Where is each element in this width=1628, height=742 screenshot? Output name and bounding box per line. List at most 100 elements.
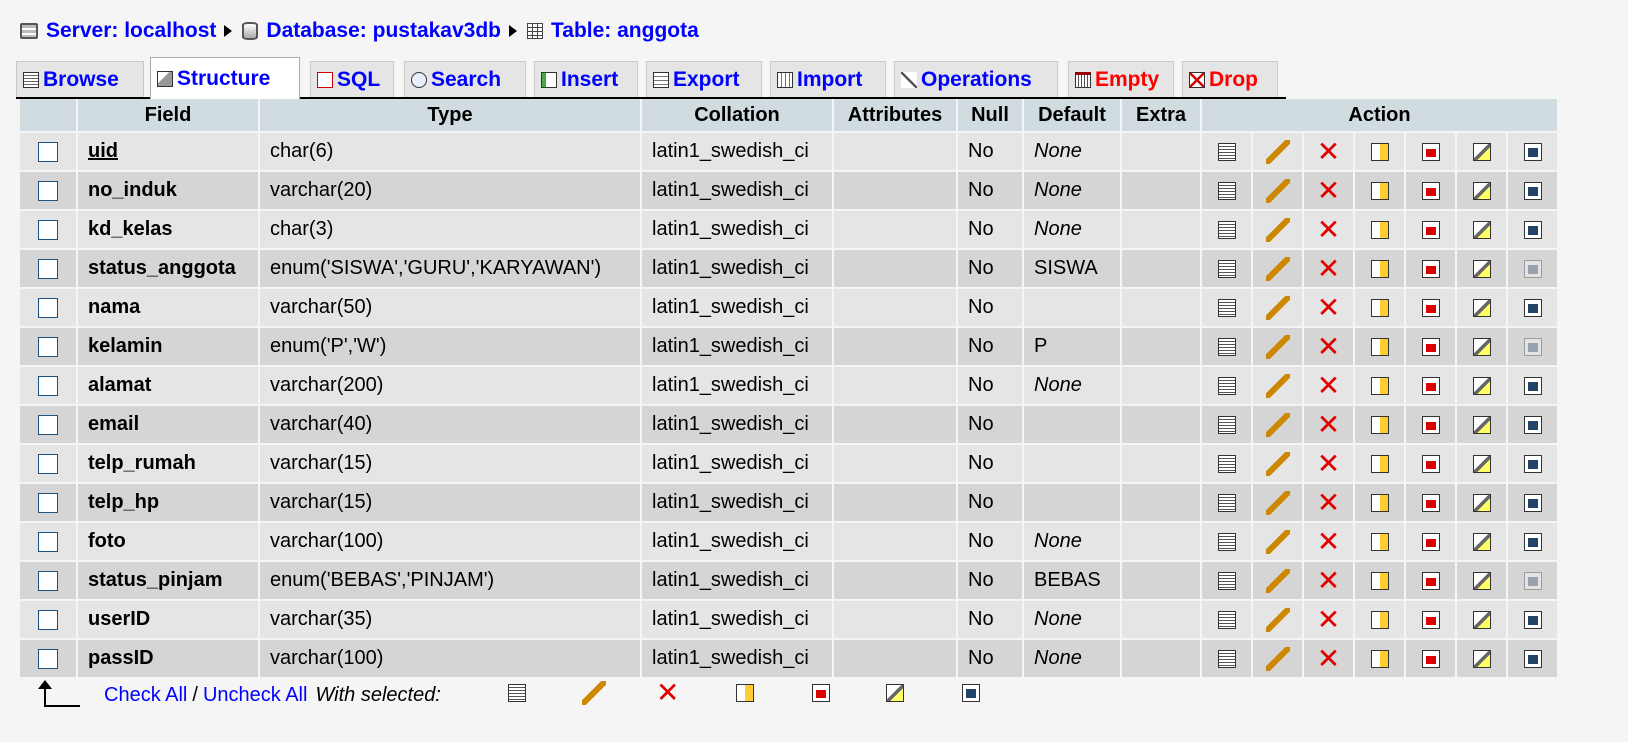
check-all-link[interactable]: Check All	[104, 684, 187, 707]
browse-distinct-icon[interactable]	[1217, 493, 1236, 512]
browse-distinct-icon[interactable]	[508, 684, 526, 702]
unique-icon[interactable]	[812, 684, 830, 702]
edit-icon[interactable]	[1265, 412, 1290, 437]
index-icon[interactable]	[1472, 337, 1491, 356]
edit-icon[interactable]	[1265, 529, 1290, 554]
fulltext-icon[interactable]	[1523, 220, 1542, 239]
primary-key-icon[interactable]	[1370, 220, 1389, 239]
fulltext-icon[interactable]	[1523, 493, 1542, 512]
browse-distinct-icon[interactable]	[1217, 454, 1236, 473]
browse-distinct-icon[interactable]	[1217, 532, 1236, 551]
header-type[interactable]: Type	[260, 99, 640, 133]
fulltext-icon[interactable]	[1523, 649, 1542, 668]
index-icon[interactable]	[1472, 493, 1491, 512]
edit-icon[interactable]	[1265, 217, 1290, 242]
breadcrumb-server[interactable]: Server: localhost	[46, 19, 216, 43]
index-icon[interactable]	[1472, 220, 1491, 239]
primary-key-icon[interactable]	[1370, 610, 1389, 629]
row-checkbox[interactable]	[38, 453, 58, 474]
tab-insert[interactable]: Insert	[534, 61, 638, 97]
row-checkbox[interactable]	[38, 180, 58, 201]
edit-icon[interactable]	[1265, 451, 1290, 476]
drop-icon[interactable]: ✕	[1317, 527, 1340, 556]
primary-key-icon[interactable]	[1370, 259, 1389, 278]
tab-export[interactable]: Export	[646, 61, 762, 97]
edit-icon[interactable]	[1265, 334, 1290, 359]
row-checkbox[interactable]	[38, 414, 58, 435]
index-icon[interactable]	[1472, 649, 1491, 668]
primary-key-icon[interactable]	[1370, 571, 1389, 590]
index-icon[interactable]	[1472, 181, 1491, 200]
edit-icon[interactable]	[1265, 178, 1290, 203]
drop-icon[interactable]: ✕	[1317, 176, 1340, 205]
unique-icon[interactable]	[1421, 220, 1440, 239]
drop-icon[interactable]: ✕	[1317, 410, 1340, 439]
primary-key-icon[interactable]	[1370, 415, 1389, 434]
index-icon[interactable]	[1472, 415, 1491, 434]
edit-icon[interactable]	[1265, 646, 1290, 671]
primary-key-icon[interactable]	[1370, 337, 1389, 356]
index-icon[interactable]	[886, 684, 904, 702]
row-checkbox[interactable]	[38, 492, 58, 513]
unique-icon[interactable]	[1421, 649, 1440, 668]
browse-distinct-icon[interactable]	[1217, 337, 1236, 356]
header-collation[interactable]: Collation	[642, 99, 832, 133]
browse-distinct-icon[interactable]	[1217, 181, 1236, 200]
browse-distinct-icon[interactable]	[1217, 415, 1236, 434]
header-null[interactable]: Null	[958, 99, 1022, 133]
browse-distinct-icon[interactable]	[1217, 610, 1236, 629]
row-checkbox[interactable]	[38, 648, 58, 669]
edit-icon[interactable]	[582, 681, 606, 705]
primary-key-icon[interactable]	[1370, 493, 1389, 512]
index-icon[interactable]	[1472, 454, 1491, 473]
row-checkbox[interactable]	[38, 258, 58, 279]
drop-icon[interactable]: ✕	[1317, 215, 1340, 244]
unique-icon[interactable]	[1421, 610, 1440, 629]
fulltext-icon[interactable]	[1523, 610, 1542, 629]
tab-drop[interactable]: Drop	[1182, 61, 1278, 97]
fulltext-icon[interactable]	[962, 684, 980, 702]
edit-icon[interactable]	[1265, 256, 1290, 281]
fulltext-icon[interactable]	[1523, 415, 1542, 434]
fulltext-icon[interactable]	[1523, 142, 1542, 161]
drop-icon[interactable]: ✕	[1317, 293, 1340, 322]
row-checkbox[interactable]	[38, 609, 58, 630]
primary-key-icon[interactable]	[1370, 649, 1389, 668]
drop-icon[interactable]: ✕	[1317, 644, 1340, 673]
fulltext-icon[interactable]	[1523, 298, 1542, 317]
unique-icon[interactable]	[1421, 298, 1440, 317]
unique-icon[interactable]	[1421, 532, 1440, 551]
fulltext-icon[interactable]	[1523, 532, 1542, 551]
index-icon[interactable]	[1472, 532, 1491, 551]
drop-icon[interactable]: ✕	[1317, 332, 1340, 361]
unique-icon[interactable]	[1421, 259, 1440, 278]
header-default[interactable]: Default	[1024, 99, 1120, 133]
index-icon[interactable]	[1472, 259, 1491, 278]
unique-icon[interactable]	[1421, 454, 1440, 473]
drop-icon[interactable]: ✕	[1317, 488, 1340, 517]
browse-distinct-icon[interactable]	[1217, 571, 1236, 590]
index-icon[interactable]	[1472, 376, 1491, 395]
tab-sql[interactable]: SQL	[310, 61, 394, 97]
unique-icon[interactable]	[1421, 337, 1440, 356]
browse-distinct-icon[interactable]	[1217, 220, 1236, 239]
drop-icon[interactable]: ✕	[1317, 254, 1340, 283]
browse-distinct-icon[interactable]	[1217, 298, 1236, 317]
tab-browse[interactable]: Browse	[16, 61, 144, 97]
drop-icon[interactable]: ✕	[1317, 566, 1340, 595]
tab-import[interactable]: Import	[770, 61, 886, 97]
unique-icon[interactable]	[1421, 571, 1440, 590]
browse-distinct-icon[interactable]	[1217, 649, 1236, 668]
row-checkbox[interactable]	[38, 531, 58, 552]
index-icon[interactable]	[1472, 610, 1491, 629]
uncheck-all-link[interactable]: Uncheck All	[203, 684, 308, 707]
browse-distinct-icon[interactable]	[1217, 142, 1236, 161]
primary-key-icon[interactable]	[1370, 298, 1389, 317]
primary-key-icon[interactable]	[1370, 376, 1389, 395]
drop-icon[interactable]: ✕	[1317, 449, 1340, 478]
row-checkbox[interactable]	[38, 336, 58, 357]
unique-icon[interactable]	[1421, 376, 1440, 395]
primary-key-icon[interactable]	[1370, 532, 1389, 551]
drop-icon[interactable]: ✕	[1317, 371, 1340, 400]
edit-icon[interactable]	[1265, 568, 1290, 593]
